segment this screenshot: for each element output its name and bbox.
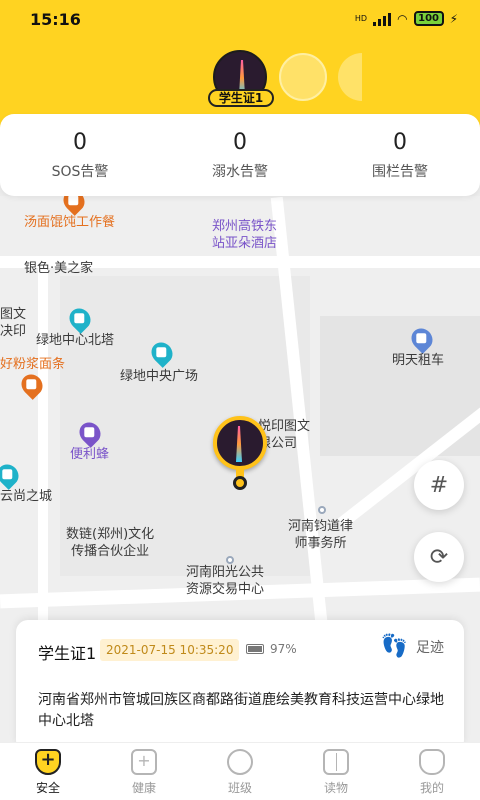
tab-class[interactable]: 班级 <box>192 743 288 800</box>
counter-label: 溺水告警 <box>212 164 268 180</box>
map-poi-dot <box>318 506 326 514</box>
map-poi-label[interactable]: 云尚之城 <box>0 488 52 505</box>
charging-icon: ⚡ <box>449 11 458 26</box>
drowning-alarm-counter[interactable]: 0 溺水告警 <box>160 114 320 196</box>
shield-icon <box>35 749 61 775</box>
medical-kit-icon <box>131 749 157 775</box>
sos-alarm-counter[interactable]: 0 SOS告警 <box>0 114 160 196</box>
tab-health[interactable]: 健康 <box>96 743 192 800</box>
grid-icon: # <box>429 472 449 498</box>
building-pin-icon <box>0 460 23 490</box>
device-name: 学生证1 <box>38 644 97 663</box>
student-location-marker[interactable] <box>213 416 267 470</box>
map-poi-label[interactable]: 郑州高铁东 站亚朵酒店 <box>212 218 277 252</box>
map-poi-label[interactable]: 银色·美之家 <box>24 260 93 277</box>
map-poi-label[interactable]: 河南钧道律 师事务所 <box>288 518 353 552</box>
map-poi-label[interactable]: 图文 决印 <box>0 306 26 340</box>
counter-label: 围栏告警 <box>372 164 428 180</box>
device-battery: 97% <box>246 642 297 656</box>
trail-label: 足迹 <box>416 639 444 656</box>
tab-reading[interactable]: 读物 <box>288 743 384 800</box>
map-poi-label[interactable]: 绿地中心北塔 <box>36 332 114 349</box>
app-root: 汤面馄饨工作餐 郑州高铁东 站亚朵酒店 银色·美之家 图文 决印 绿地中心北塔 … <box>0 0 480 800</box>
class-icon <box>227 749 253 775</box>
student-avatar-placeholder[interactable] <box>279 53 327 101</box>
student-name-pill[interactable]: 学生证1 <box>208 89 274 107</box>
trail-button[interactable]: 👣 足迹 <box>381 634 444 659</box>
map-poi-label[interactable]: 数链(郑州)文化 传播合伙企业 <box>66 526 154 560</box>
map-poi-label[interactable]: 河南阳光公共 资源交易中心 <box>186 564 264 598</box>
tab-label: 读物 <box>323 781 348 795</box>
grid-button[interactable]: # <box>414 460 464 510</box>
map-poi-label[interactable]: 明天租车 <box>392 352 444 369</box>
footprint-icon: 👣 <box>380 634 408 659</box>
profile-icon <box>419 749 445 775</box>
bottom-tab-bar: 安全 健康 班级 读物 我的 <box>0 742 480 800</box>
signal-icon <box>373 12 392 26</box>
book-icon <box>323 749 349 775</box>
location-info-card[interactable]: 学生证1 2021-07-15 10:35:20 97% 👣 足迹 河南省郑州市… <box>16 620 464 752</box>
tab-safety[interactable]: 安全 <box>0 743 96 800</box>
counter-label: SOS告警 <box>51 164 109 180</box>
status-bar: 15:16 HD ◠ 100 ⚡ <box>0 0 480 42</box>
tab-label: 健康 <box>131 781 156 795</box>
hd-icon: HD <box>354 14 368 23</box>
refresh-icon: ⟳ <box>429 544 449 570</box>
map-poi-dot <box>226 556 234 564</box>
fence-alarm-counter[interactable]: 0 围栏告警 <box>320 114 480 196</box>
battery-percent: 97% <box>270 642 297 656</box>
counter-value: 0 <box>73 130 87 155</box>
student-avatar-placeholder[interactable] <box>338 53 362 101</box>
status-time: 15:16 <box>30 10 81 29</box>
tab-label: 班级 <box>227 781 252 795</box>
map-poi-label[interactable]: 好粉浆面条 <box>0 356 65 373</box>
location-address: 河南省郑州市管城回族区商都路街道鹿绘美教育科技运营中心绿地中心北塔 <box>38 692 444 729</box>
map-poi-label[interactable]: 汤面馄饨工作餐 <box>24 214 115 231</box>
battery-icon <box>246 644 264 654</box>
tab-label: 我的 <box>419 781 444 795</box>
location-timestamp: 2021-07-15 10:35:20 <box>100 639 240 661</box>
tab-me[interactable]: 我的 <box>384 743 480 800</box>
refresh-button[interactable]: ⟳ <box>414 532 464 582</box>
alarm-counters: 0 SOS告警 0 溺水告警 0 围栏告警 <box>0 114 480 196</box>
status-icons: HD ◠ 100 ⚡ <box>355 11 458 26</box>
battery-icon: 100 <box>413 11 444 26</box>
map-poi-label[interactable]: 绿地中央广场 <box>120 368 198 385</box>
counter-value: 0 <box>233 130 247 155</box>
tab-label: 安全 <box>35 781 60 795</box>
wifi-icon: ◠ <box>397 11 408 26</box>
map-poi-label[interactable]: 便利蜂 <box>70 446 109 463</box>
restaurant-pin-icon <box>59 196 89 216</box>
marker-point <box>233 476 247 490</box>
counter-value: 0 <box>393 130 407 155</box>
